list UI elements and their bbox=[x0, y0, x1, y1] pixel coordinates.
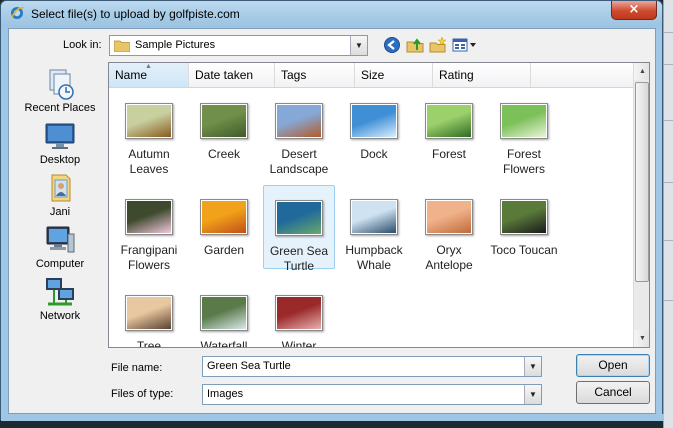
column-size[interactable]: Size bbox=[355, 63, 433, 87]
file-item-name: Tree bbox=[136, 339, 162, 348]
file-item[interactable]: Green Sea Turtle bbox=[263, 185, 335, 273]
file-item[interactable]: Autumn Leaves bbox=[113, 89, 185, 176]
file-list[interactable]: Name ▲ Date taken Tags Size Rating Autum… bbox=[108, 62, 650, 348]
place-label: Network bbox=[39, 310, 81, 322]
up-folder-icon[interactable] bbox=[406, 36, 424, 54]
column-date-taken[interactable]: Date taken bbox=[189, 63, 275, 87]
file-item[interactable]: Toco Toucan bbox=[488, 185, 560, 269]
place-label: Desktop bbox=[39, 154, 81, 166]
image-thumbnail bbox=[125, 295, 173, 331]
file-item[interactable]: Forest bbox=[413, 89, 485, 173]
file-item-name: Frangipani Flowers bbox=[120, 243, 178, 272]
files-of-type-label: Files of type: bbox=[111, 388, 174, 400]
image-thumbnail bbox=[275, 295, 323, 331]
file-item[interactable]: Creek bbox=[188, 89, 260, 173]
file-item-name: Forest bbox=[431, 147, 466, 161]
files-of-type-select[interactable]: Images ▼ bbox=[202, 384, 542, 405]
file-name-value: Green Sea Turtle bbox=[207, 360, 291, 372]
file-item[interactable]: Oryx Antelope bbox=[413, 185, 485, 272]
file-name-input[interactable]: Green Sea Turtle ▼ bbox=[202, 356, 542, 377]
image-thumbnail bbox=[200, 199, 248, 235]
place-label: Computer bbox=[35, 258, 85, 270]
look-in-dropdown[interactable]: Sample Pictures ▼ bbox=[109, 35, 368, 56]
network-icon bbox=[46, 278, 74, 306]
close-button[interactable]: × bbox=[611, 1, 657, 20]
image-thumbnail bbox=[500, 103, 548, 139]
image-thumbnail bbox=[200, 295, 248, 331]
look-in-value: Sample Pictures bbox=[135, 39, 216, 51]
user-folder-icon bbox=[51, 174, 71, 202]
file-item-name: Autumn Leaves bbox=[128, 147, 170, 176]
desktop-icon bbox=[45, 123, 75, 149]
sort-ascending-icon: ▲ bbox=[145, 63, 152, 70]
file-item[interactable]: Frangipani Flowers bbox=[113, 185, 185, 272]
new-folder-icon[interactable] bbox=[429, 36, 447, 54]
file-name-label: File name: bbox=[111, 362, 163, 374]
scroll-up-icon[interactable]: ▲ bbox=[634, 63, 649, 80]
places-bar: Recent Places Desktop Jani Computer Netw… bbox=[16, 60, 104, 335]
image-thumbnail bbox=[125, 103, 173, 139]
place-label: Jani bbox=[49, 206, 71, 218]
file-item-name: Forest Flowers bbox=[502, 147, 545, 176]
file-item[interactable]: Forest Flowers bbox=[488, 89, 560, 176]
cancel-button[interactable]: Cancel bbox=[576, 381, 650, 404]
file-item-name: Waterfall bbox=[200, 339, 248, 348]
scroll-down-icon[interactable]: ▼ bbox=[634, 330, 649, 347]
file-item-name: Creek bbox=[207, 147, 240, 161]
file-item[interactable]: Tree bbox=[113, 281, 185, 348]
views-menu-icon[interactable] bbox=[452, 36, 478, 54]
internet-explorer-icon bbox=[11, 6, 25, 19]
place-recent-places[interactable]: Recent Places bbox=[16, 68, 104, 114]
file-item[interactable]: Humpback Whale bbox=[338, 185, 410, 272]
file-item[interactable]: Dock bbox=[338, 89, 410, 173]
vertical-scrollbar[interactable]: ▲ ▼ bbox=[633, 63, 649, 347]
file-item-name: Oryx Antelope bbox=[425, 243, 473, 272]
file-item-name: Dock bbox=[360, 147, 388, 161]
title-bar[interactable]: Select file(s) to upload by golfpiste.co… bbox=[1, 1, 662, 27]
column-header-row: Name ▲ Date taken Tags Size Rating bbox=[109, 63, 633, 88]
column-name[interactable]: Name ▲ bbox=[109, 63, 189, 87]
file-item-name: Desert Landscape bbox=[269, 147, 329, 176]
folder-icon bbox=[114, 40, 130, 52]
look-in-label: Look in: bbox=[63, 39, 102, 51]
image-thumbnail bbox=[275, 103, 323, 139]
place-label: Recent Places bbox=[24, 102, 96, 114]
background-window-edge bbox=[663, 0, 673, 428]
open-button[interactable]: Open bbox=[576, 354, 650, 377]
column-rating[interactable]: Rating bbox=[433, 63, 531, 87]
file-item[interactable]: Waterfall bbox=[188, 281, 260, 348]
image-thumbnail bbox=[275, 200, 323, 236]
image-thumbnail bbox=[200, 103, 248, 139]
column-tags[interactable]: Tags bbox=[275, 63, 355, 87]
place-desktop[interactable]: Desktop bbox=[16, 120, 104, 166]
chevron-down-icon[interactable]: ▼ bbox=[524, 385, 541, 404]
place-jani[interactable]: Jani bbox=[16, 172, 104, 218]
back-icon[interactable] bbox=[383, 36, 401, 54]
chevron-down-icon[interactable]: ▼ bbox=[350, 36, 367, 55]
file-item[interactable]: Desert Landscape bbox=[263, 89, 335, 176]
recent-places-icon bbox=[49, 69, 74, 100]
file-item-name: Garden bbox=[203, 243, 245, 257]
image-thumbnail bbox=[425, 103, 473, 139]
chevron-down-icon[interactable]: ▼ bbox=[524, 357, 541, 376]
place-network[interactable]: Network bbox=[16, 276, 104, 322]
file-item-name: Winter Leaves bbox=[281, 339, 317, 348]
scrollbar-thumb[interactable] bbox=[635, 82, 649, 282]
image-thumbnail bbox=[350, 103, 398, 139]
file-item-name: Toco Toucan bbox=[490, 243, 558, 257]
image-thumbnail bbox=[500, 199, 548, 235]
computer-icon bbox=[46, 226, 75, 253]
image-thumbnail bbox=[425, 199, 473, 235]
image-thumbnail bbox=[350, 199, 398, 235]
file-item-name: Humpback Whale bbox=[345, 243, 403, 272]
window-title: Select file(s) to upload by golfpiste.co… bbox=[31, 7, 240, 21]
file-item[interactable]: Winter Leaves bbox=[263, 281, 335, 348]
place-computer[interactable]: Computer bbox=[16, 224, 104, 270]
file-item-name: Green Sea Turtle bbox=[269, 244, 329, 273]
files-of-type-value: Images bbox=[207, 388, 244, 400]
image-thumbnail bbox=[125, 199, 173, 235]
file-item[interactable]: Garden bbox=[188, 185, 260, 269]
